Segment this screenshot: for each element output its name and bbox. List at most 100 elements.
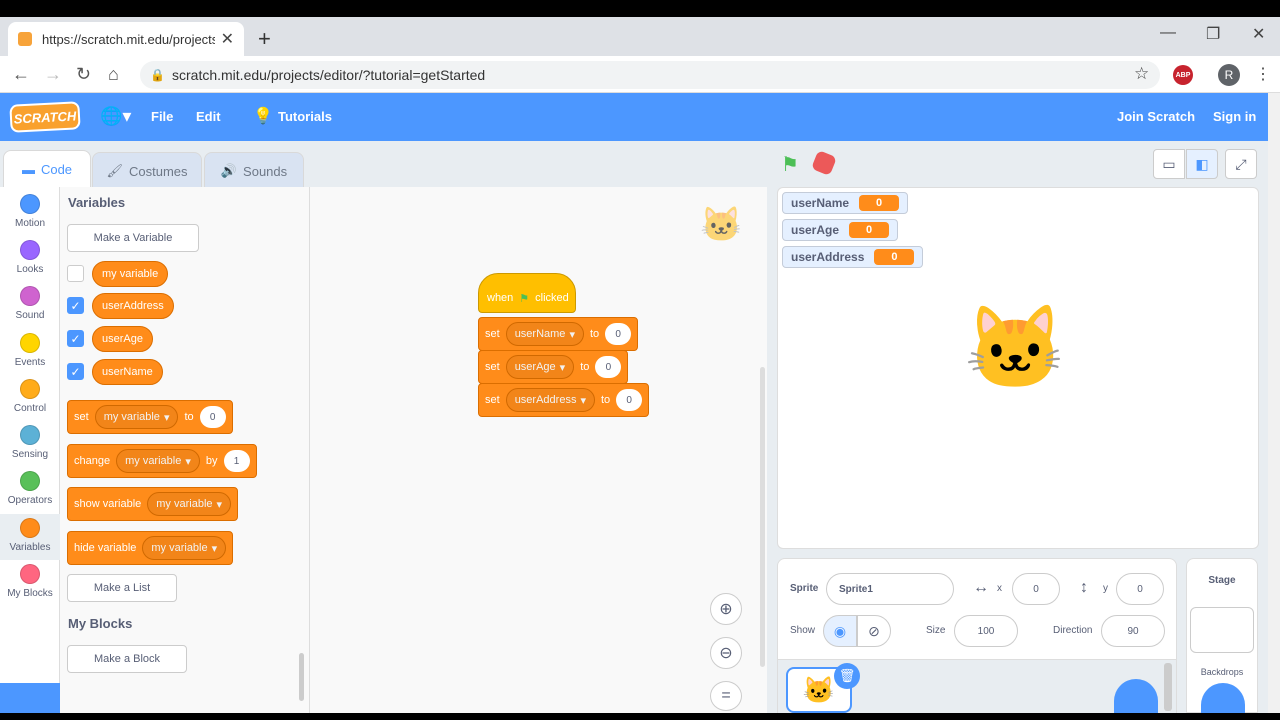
close-window-icon[interactable]: ✕ — [1252, 24, 1265, 44]
stage-selector[interactable]: Stage Backdrops — [1186, 558, 1258, 713]
category-operators[interactable]: Operators — [0, 471, 60, 506]
browser-tab[interactable]: https://scratch.mit.edu/projects/e ✕ — [8, 22, 244, 56]
profile-avatar[interactable]: R — [1218, 64, 1240, 86]
browser-menu-icon[interactable]: ⋮ — [1255, 64, 1271, 84]
green-flag-icon[interactable]: ⚑ — [781, 152, 799, 177]
when-flag-clicked-block[interactable]: when ⚑ clicked — [478, 273, 576, 313]
number-input[interactable]: 0 — [199, 406, 226, 428]
category-sensing[interactable]: Sensing — [0, 425, 60, 460]
variable-monitor[interactable]: userAge 0 — [782, 219, 899, 241]
set-variable-block[interactable]: set my variable ▾ to 0 — [67, 400, 233, 434]
var-checkbox[interactable]: ✓ — [67, 363, 84, 380]
cat-sprite-icon[interactable]: 🐱 — [964, 308, 1066, 390]
show-hidden-eye-icon[interactable]: ⊘ — [857, 615, 891, 647]
variable-reporter[interactable]: my variable — [92, 261, 169, 287]
category-motion[interactable]: Motion — [0, 194, 60, 229]
script-area[interactable]: 🐱 when ⚑ clicked set userName ▾ to 0 set … — [310, 187, 767, 713]
script-scrollbar[interactable] — [760, 367, 765, 667]
set-variable-block[interactable]: set userName ▾ to 0 — [478, 317, 639, 351]
set-variable-block[interactable]: set userAddress ▾ to 0 — [478, 383, 650, 417]
x-field[interactable]: 0 — [1012, 573, 1060, 605]
sprite-list-scrollbar[interactable] — [1164, 663, 1172, 711]
close-tab-icon[interactable]: ✕ — [221, 29, 234, 49]
number-input[interactable]: 1 — [223, 450, 250, 472]
page-scrollbar[interactable] — [1268, 93, 1280, 713]
tab-costumes[interactable]: 🖌 Costumes — [92, 152, 202, 190]
var-checkbox[interactable]: ✓ — [67, 330, 84, 347]
choose-backdrop-icon[interactable] — [1201, 683, 1245, 713]
minimize-icon[interactable]: — — [1160, 24, 1176, 42]
variable-dropdown[interactable]: my variable ▾ — [94, 405, 179, 429]
y-field[interactable]: 0 — [1116, 573, 1164, 605]
make-variable-button[interactable]: Make a Variable — [67, 224, 199, 252]
direction-field[interactable]: 90 — [1101, 615, 1165, 647]
scratch-logo[interactable]: SCRATCH — [9, 101, 81, 133]
new-tab-icon[interactable]: + — [258, 26, 271, 52]
sign-in-link[interactable]: Sign in — [1213, 109, 1256, 124]
variable-dropdown[interactable]: my variable ▾ — [116, 449, 200, 473]
make-list-button[interactable]: Make a List — [67, 574, 177, 602]
category-events[interactable]: Events — [0, 333, 60, 368]
reload-icon[interactable]: ↻ — [76, 64, 91, 85]
zoom-reset-icon[interactable]: = — [710, 681, 742, 711]
category-control[interactable]: Control — [0, 379, 60, 414]
adblock-icon[interactable]: ABP — [1173, 65, 1193, 85]
variable-dropdown[interactable]: userAddress ▾ — [505, 388, 595, 412]
stage-canvas[interactable]: userName 0 userAge 0 userAddress 0 🐱 — [777, 187, 1259, 549]
back-icon[interactable]: ← — [12, 64, 30, 85]
set-variable-block[interactable]: set userAge ▾ to 0 — [478, 350, 629, 384]
category-looks[interactable]: Looks — [0, 240, 60, 275]
palette-scrollbar[interactable] — [299, 653, 304, 701]
hide-variable-block[interactable]: hide variable my variable ▾ — [67, 531, 234, 565]
make-block-button[interactable]: Make a Block — [67, 645, 187, 673]
var-checkbox[interactable] — [67, 265, 84, 282]
category-sound[interactable]: Sound — [0, 286, 60, 321]
tutorials-menu[interactable]: Tutorials — [278, 109, 332, 124]
tab-code-label: Code — [40, 161, 73, 177]
language-globe-icon[interactable]: 🌐▾ — [100, 106, 131, 127]
tab-code[interactable]: ▬ Code — [3, 150, 91, 188]
variable-reporter[interactable]: userAddress — [92, 293, 174, 319]
variable-monitor[interactable]: userName 0 — [782, 192, 909, 214]
tab-sounds-label: Sounds — [243, 163, 288, 179]
category-my-blocks[interactable]: My Blocks — [0, 564, 60, 599]
number-input[interactable]: 0 — [605, 323, 632, 345]
fullscreen-icon[interactable]: ⤢ — [1225, 149, 1257, 179]
show-visible-eye-icon[interactable]: ◉ — [823, 615, 857, 647]
home-icon[interactable]: ⌂ — [108, 64, 119, 85]
zoom-out-icon[interactable]: ⊖ — [710, 637, 742, 669]
category-label: Looks — [16, 264, 44, 275]
file-menu[interactable]: File — [151, 109, 173, 124]
variable-dropdown[interactable]: userAge ▾ — [505, 355, 575, 379]
small-stage-icon[interactable]: ▭ — [1153, 149, 1185, 179]
size-field[interactable]: 100 — [954, 615, 1018, 647]
delete-sprite-icon[interactable]: 🗑 — [834, 663, 860, 689]
zoom-in-icon[interactable]: ⊕ — [710, 593, 742, 625]
variable-reporter[interactable]: userAge — [92, 326, 153, 352]
var-checkbox[interactable]: ✓ — [67, 297, 84, 314]
tab-sounds[interactable]: 🔊 Sounds — [204, 152, 304, 190]
variable-dropdown[interactable]: userName ▾ — [505, 322, 584, 346]
show-variable-block[interactable]: show variable my variable ▾ — [67, 487, 239, 521]
extensions-button[interactable] — [0, 683, 60, 713]
address-bar[interactable]: scratch.mit.edu/projects/editor/?tutoria… — [140, 61, 1160, 89]
large-stage-icon[interactable]: ◧ — [1186, 149, 1218, 179]
stage-thumbnail[interactable] — [1190, 607, 1254, 653]
bookmark-star-icon[interactable]: ☆ — [1134, 64, 1149, 84]
join-scratch-link[interactable]: Join Scratch — [1117, 109, 1195, 124]
lock-icon[interactable]: 🔒 — [150, 68, 165, 82]
dropdown-value: my variable — [151, 542, 208, 554]
variable-reporter[interactable]: userName — [92, 359, 163, 385]
restore-icon[interactable]: ❐ — [1206, 24, 1220, 44]
sprite-name-field[interactable]: Sprite1 — [826, 573, 954, 605]
variable-monitor[interactable]: userAddress 0 — [782, 246, 924, 268]
variable-dropdown[interactable]: my variable ▾ — [142, 536, 227, 560]
number-input[interactable]: 0 — [595, 356, 622, 378]
edit-menu[interactable]: Edit — [196, 109, 221, 124]
number-input[interactable]: 0 — [616, 389, 643, 411]
sprite-label: Sprite — [790, 583, 819, 594]
change-variable-block[interactable]: change my variable ▾ by 1 — [67, 444, 257, 478]
variable-dropdown[interactable]: my variable ▾ — [147, 492, 232, 516]
forward-icon[interactable]: → — [44, 64, 62, 85]
category-variables[interactable]: Variables — [0, 514, 60, 560]
